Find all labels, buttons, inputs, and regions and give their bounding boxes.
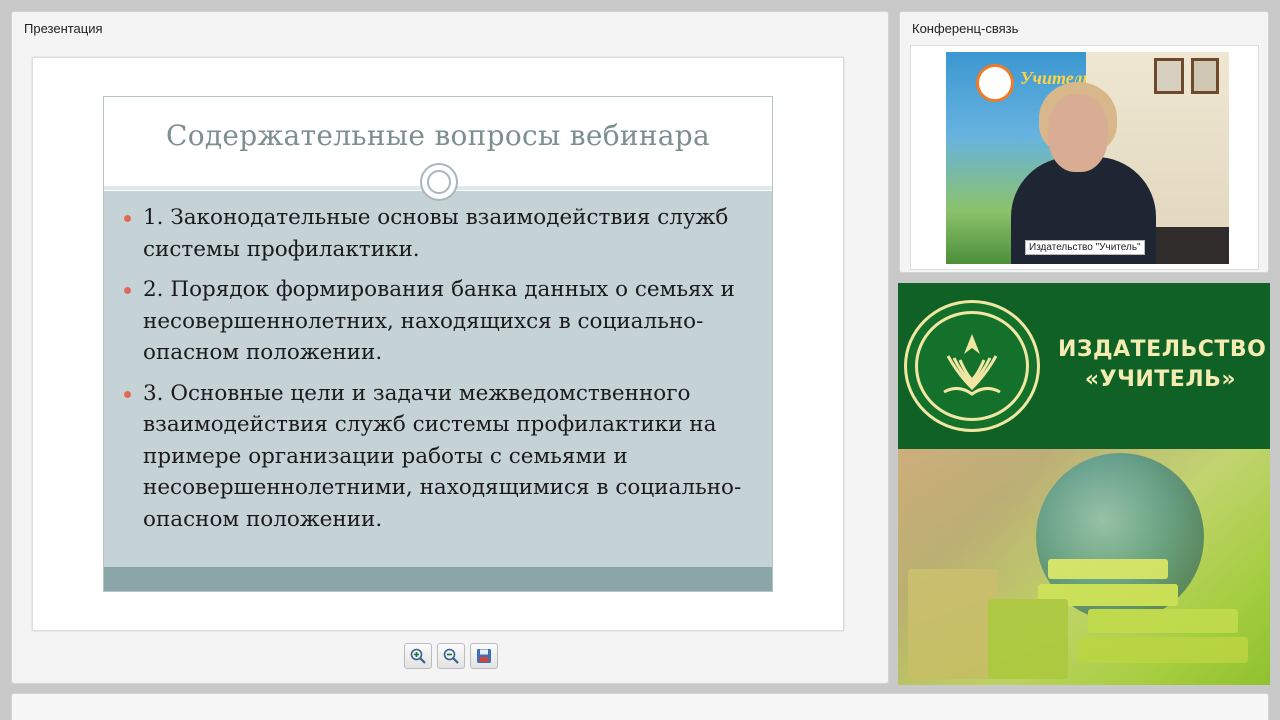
video-frame: Учитель Издательство "Учитель" <box>910 45 1259 270</box>
wall-frame <box>1154 58 1184 94</box>
zoom-out-button[interactable] <box>437 643 465 669</box>
conference-title: Конференц-связь <box>912 21 1019 36</box>
slide-viewport: Содержательные вопросы вебинара 1. Закон… <box>32 57 844 631</box>
bottom-panel <box>11 693 1269 720</box>
speaker-face <box>1048 94 1108 172</box>
publisher-logo-ring <box>915 311 1029 421</box>
presentation-panel: Презентация Содержательные вопросы вебин… <box>11 11 889 684</box>
slide-bullet-list: 1. Законодательные основы взаимодействия… <box>124 202 754 544</box>
publisher-name-line2: «УЧИТЕЛЬ» <box>1084 367 1237 392</box>
publisher-name: ИЗДАТЕЛЬСТВО «УЧИТЕЛЬ» <box>1058 335 1267 395</box>
slide-ring-ornament <box>420 163 458 201</box>
save-icon <box>477 649 491 663</box>
zoom-in-button[interactable] <box>404 643 432 669</box>
presentation-toolbar <box>404 643 498 671</box>
slide-bullet-item: 2. Порядок формирования банка данных о с… <box>124 274 754 369</box>
publisher-logo-icon <box>904 300 1040 432</box>
zoom-in-icon <box>410 648 426 664</box>
speaker-name-label: Издательство "Учитель" <box>1025 240 1145 255</box>
publisher-banner[interactable]: ИЗДАТЕЛЬСТВО «УЧИТЕЛЬ» <box>898 283 1270 449</box>
image-overlay <box>898 449 1270 685</box>
slide-bullet-item: 3. Основные цели и задачи межведомственн… <box>124 378 754 536</box>
slide-footer-bar <box>104 567 772 591</box>
conference-panel: Конференц-связь Учитель Издательство "Уч… <box>899 11 1269 273</box>
presentation-title: Презентация <box>24 21 103 36</box>
save-button[interactable] <box>470 643 498 669</box>
slide-title: Содержательные вопросы вебинара <box>165 119 711 152</box>
wall-frame <box>1191 58 1219 94</box>
slide-bullet-item: 1. Законодательные основы взаимодействия… <box>124 202 754 265</box>
publisher-ad-image[interactable] <box>898 449 1270 685</box>
zoom-out-icon <box>443 648 459 664</box>
book-emblem-icon <box>943 334 1001 396</box>
publisher-name-line1: ИЗДАТЕЛЬСТВО <box>1058 337 1267 362</box>
banner-logo-icon <box>976 64 1014 102</box>
slide: Содержательные вопросы вебинара 1. Закон… <box>103 96 773 592</box>
speaker-video[interactable]: Учитель Издательство "Учитель" <box>946 52 1229 264</box>
desk <box>1146 227 1229 264</box>
